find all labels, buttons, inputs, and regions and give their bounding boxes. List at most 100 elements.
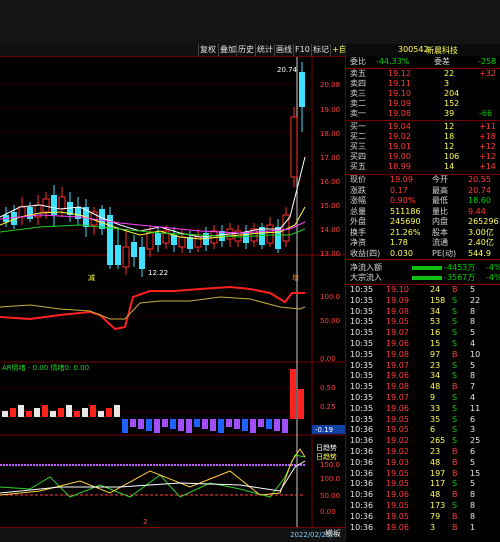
ask-row: 卖三 19.10 204 [346, 89, 500, 99]
price-tick-4: 16.00 [320, 178, 340, 186]
tick-time: 10:35 [350, 295, 374, 305]
stat-value: 9.44 [468, 206, 486, 216]
ask-row: 卖二 19.09 152 [346, 99, 500, 109]
tick-count: 8 [470, 371, 476, 381]
bid-change: +11 [479, 122, 496, 131]
ask-volume: 22 [444, 69, 455, 78]
tick-count: 11 [470, 403, 481, 413]
tick-volume: 34 [430, 306, 441, 316]
price-tick-2: 18.00 [320, 130, 340, 138]
tick-flag: B [452, 522, 458, 532]
toolbar-overlay-button[interactable]: 叠加 [218, 44, 237, 56]
ask-row: 卖四 19.11 3 [346, 79, 500, 89]
price-tick-6: 14.00 [320, 226, 340, 234]
candle-body [178, 236, 186, 248]
bid-row: 买五 18.99 14 +14 [346, 162, 500, 172]
ind2-bar [74, 411, 80, 417]
flow-value: -4453万 [444, 263, 476, 272]
stat-label: 今开 [432, 175, 448, 184]
stat-value: 2.40亿 [468, 238, 494, 247]
tick-time: 10:35 [350, 360, 374, 370]
ind2-bar [258, 419, 264, 427]
tick-price: 19.09 [386, 295, 409, 305]
weicha-value: -258 [478, 57, 497, 66]
stat-label: 量比 [432, 206, 448, 216]
tick-count: 8 [470, 306, 476, 316]
tick-row: 10:35 19.07 16 S 5 [346, 328, 500, 338]
ind3-green-line [0, 454, 306, 498]
tick-time: 10:35 [350, 285, 374, 294]
ind2-bar [298, 389, 304, 419]
ind2-title: AR情绪 - 0.00 情绪0: 0.00 [2, 363, 89, 372]
tick-price: 19.08 [386, 382, 409, 392]
tick-row: 10:36 19.02 23 B 6 [346, 447, 500, 457]
ind2-bar [90, 405, 96, 417]
bid-volume: 14 [444, 162, 455, 171]
ind2-bar [242, 419, 248, 431]
tick-flag: S [452, 425, 458, 435]
ind2-bar [178, 419, 184, 431]
ind2-bar [10, 408, 16, 417]
toolbar-stats-button[interactable]: 统计 [255, 44, 274, 56]
stock-name: 新晨科技 [426, 46, 458, 55]
bid-change: +14 [479, 162, 496, 171]
candle-body [155, 233, 161, 245]
toolbar-mark-button[interactable]: 标记 [311, 44, 330, 56]
tick-time: 10:36 [350, 522, 374, 532]
stat-value: 1.78 [390, 238, 408, 247]
tick-time: 10:36 [350, 468, 374, 478]
tick-count: 5 [470, 479, 476, 489]
tick-count: 5 [470, 328, 476, 338]
tick-flag: S [452, 501, 458, 510]
tick-volume: 48 [430, 490, 441, 500]
tick-volume: 34 [430, 371, 441, 381]
tick-count: 6 [470, 414, 476, 424]
stat-label: 涨跌 [350, 185, 366, 195]
flow-value: -3567万 [444, 273, 476, 282]
kline-chart-area[interactable]: 20.74 12.22 减 增 20.08 19.00 18.00 17.00 … [0, 57, 345, 527]
candle-body [58, 196, 66, 210]
tick-flag: S [452, 436, 458, 446]
toolbar-draw-button[interactable]: 画线 [274, 44, 293, 56]
flow-label: 净流入额 [350, 263, 382, 272]
ind2-bar [170, 419, 176, 429]
tick-row: 10:35 19.08 48 B 7 [346, 382, 500, 392]
marker-right-label: 增 [292, 273, 299, 282]
bid-change: +12 [479, 142, 496, 151]
ask-volume: 152 [444, 99, 460, 108]
ind2-bar [162, 419, 168, 427]
bid-label: 买一 [350, 122, 366, 131]
ind2-bar [146, 419, 152, 431]
bid-price: 18.99 [388, 162, 411, 171]
tick-flag: B [452, 285, 458, 294]
toolbar-fuquan-button[interactable]: 复权 [198, 44, 217, 56]
tick-price: 19.06 [386, 490, 409, 500]
ind1-tick-0: 100.0 [320, 293, 340, 301]
ind2-bar [234, 419, 240, 429]
tick-volume: 23 [430, 360, 441, 370]
toolbar-history-button[interactable]: 历史 [236, 44, 255, 56]
tick-volume: 48 [430, 457, 441, 467]
tick-volume: 97 [430, 349, 441, 359]
ask-row: 卖五 19.12 22 +32 [346, 69, 500, 79]
stat-row: 换手 21.26% 股本 3.00亿 [346, 228, 500, 238]
ask-price: 19.12 [388, 69, 411, 78]
tick-flag: S [452, 414, 458, 424]
tick-volume: 16 [430, 328, 441, 338]
ind2-bar [58, 408, 64, 417]
ind2-bar [290, 369, 296, 419]
tick-flag: S [452, 360, 458, 370]
tick-flag: S [452, 328, 458, 338]
tick-row: 10:36 19.02 265 S 25 [346, 436, 500, 446]
tick-row: 10:36 19.05 6 S 3 [346, 425, 500, 435]
tick-row: 10:35 19.07 23 S 5 [346, 361, 500, 371]
toolbar-f10-button[interactable]: F10 [293, 44, 311, 56]
tick-volume: 117 [430, 479, 446, 489]
bid-volume: 18 [444, 132, 455, 141]
tick-flag: S [452, 479, 458, 489]
tick-volume: 15 [430, 339, 441, 348]
ask-volume: 3 [444, 79, 450, 88]
stat-label: 最高 [432, 185, 448, 195]
tick-time: 10:36 [350, 457, 374, 467]
weibi-label: 委比 [350, 57, 366, 66]
